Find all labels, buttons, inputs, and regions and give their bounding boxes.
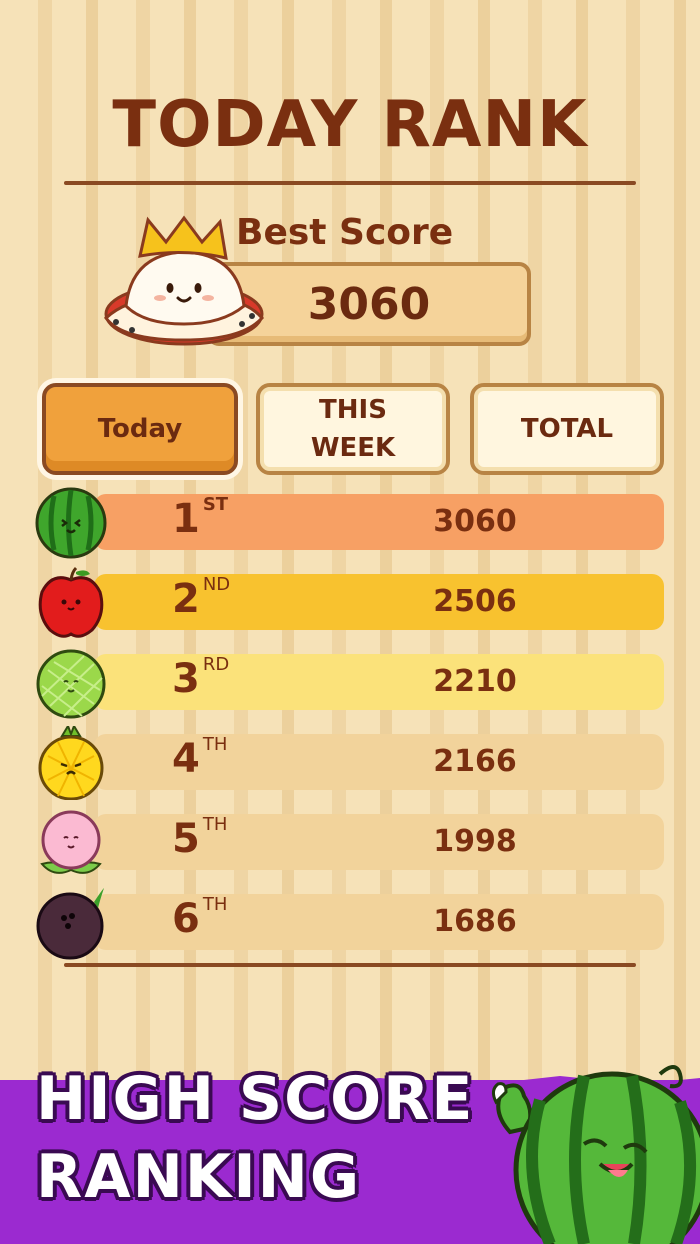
rank-label: 6 TH bbox=[172, 894, 228, 942]
rank-score: 2166 bbox=[433, 744, 517, 779]
pineapple-icon bbox=[38, 726, 104, 800]
rank-label: 1 ST bbox=[172, 494, 229, 542]
watermelon-icon bbox=[35, 487, 107, 559]
ranking-row-4: 4 TH 2166 bbox=[0, 722, 700, 802]
tab-this-week-line2: WEEK bbox=[310, 433, 396, 463]
rank-label: 5 TH bbox=[172, 814, 228, 862]
promo-line-2: RANKING bbox=[36, 1142, 362, 1212]
tab-this-week-line1: THIS bbox=[319, 395, 387, 425]
divider-top bbox=[64, 181, 636, 185]
watermelon-mascot-icon bbox=[491, 1065, 700, 1244]
page-title: TODAY RANK bbox=[112, 88, 588, 162]
ranking-row-5: 5 TH 1998 bbox=[0, 802, 700, 882]
rank-score: 2506 bbox=[433, 584, 517, 619]
rank-score: 3060 bbox=[433, 504, 517, 539]
ranking-row-2: 2 ND 2506 bbox=[0, 562, 700, 642]
ranking-row-6: 6 TH 1686 bbox=[0, 882, 700, 962]
promo-line-1: HIGH SCORE bbox=[36, 1064, 475, 1134]
rank-score: 1686 bbox=[433, 904, 517, 939]
cantaloupe-icon bbox=[36, 649, 106, 719]
coconut-icon bbox=[36, 888, 104, 960]
peach-icon bbox=[40, 810, 102, 874]
rank-label: 4 TH bbox=[172, 734, 228, 782]
tab-today[interactable]: Today bbox=[42, 383, 238, 475]
rank-label: 2 ND bbox=[172, 574, 231, 622]
rank-score: 2210 bbox=[433, 664, 517, 699]
king-dumpling-icon bbox=[104, 215, 264, 346]
ranking-row-3: 3 RD 2210 bbox=[0, 642, 700, 722]
apple-icon bbox=[38, 566, 104, 638]
tab-total[interactable]: TOTAL bbox=[470, 383, 664, 475]
divider-bottom bbox=[64, 963, 636, 967]
tab-this-week[interactable]: THIS WEEK bbox=[256, 383, 450, 475]
rank-score: 1998 bbox=[433, 824, 517, 859]
rank-label: 3 RD bbox=[172, 654, 230, 702]
ranking-row-1: 1 ST 3060 bbox=[0, 482, 700, 562]
